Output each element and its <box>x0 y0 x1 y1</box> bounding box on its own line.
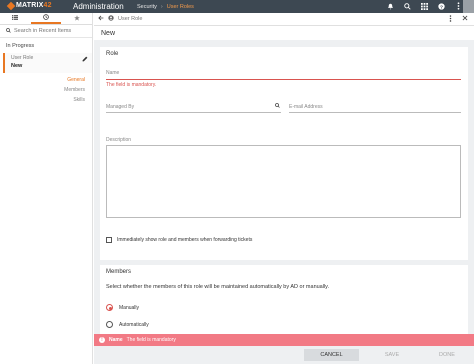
email-label: E-mail Address <box>289 104 323 110</box>
more-vert-icon[interactable] <box>449 15 452 24</box>
list-icon <box>12 15 19 22</box>
subnav-general[interactable]: General <box>0 77 85 83</box>
bell-icon[interactable] <box>386 2 394 10</box>
managed-by-underline <box>106 112 281 113</box>
search-icon <box>6 27 11 35</box>
back-arrow-icon[interactable] <box>98 15 104 23</box>
role-card: Role Name The field is mandatory. Manage… <box>100 47 468 260</box>
description-label: Description <box>106 137 132 143</box>
close-icon[interactable] <box>462 15 468 24</box>
recent-items-panel: In Progress User Role New General Member… <box>0 13 93 364</box>
email-underline <box>289 112 461 113</box>
more-icon[interactable] <box>454 2 462 10</box>
search-icon[interactable] <box>275 103 280 110</box>
tab-favorites[interactable] <box>61 13 92 24</box>
user-role-icon <box>108 15 114 23</box>
name-field[interactable]: Name <box>106 70 119 76</box>
logo-text: MATRIX42 <box>16 2 52 9</box>
cancel-button[interactable]: CANCEL <box>304 349 359 361</box>
top-bar: MATRIX42 Administration Security › User … <box>0 0 474 13</box>
tab-list[interactable] <box>0 13 31 24</box>
breadcrumb-security[interactable]: Security <box>137 4 157 10</box>
footer: CANCEL SAVE DONE <box>94 346 474 364</box>
tab-history[interactable] <box>30 13 62 24</box>
avatar[interactable] <box>463 0 474 13</box>
section-title: In Progress <box>6 43 35 49</box>
error-message: The field is mandatory <box>126 337 176 343</box>
grid-icon[interactable] <box>420 2 428 10</box>
main-breadcrumb: User Role <box>118 16 143 22</box>
page-title: New <box>94 26 474 40</box>
name-label: Name <box>106 70 120 76</box>
chevron-right-icon: › <box>160 3 163 10</box>
help-icon[interactable]: ? <box>437 2 445 10</box>
main-header: User Role <box>94 13 474 26</box>
recent-search <box>0 25 92 38</box>
left-tabs <box>0 13 92 25</box>
show-role-checkbox[interactable] <box>106 237 112 243</box>
description-label-wrap: Description <box>106 137 131 143</box>
error-icon: ! <box>99 337 105 343</box>
members-card-title: Members <box>106 269 132 275</box>
recent-item[interactable]: User Role New <box>3 53 92 73</box>
show-role-checkbox-label: Immediately show role and members when f… <box>117 237 253 243</box>
radio-manually-label: Manually <box>119 305 140 311</box>
role-card-title: Role <box>106 51 119 57</box>
error-field[interactable]: Name <box>109 337 123 343</box>
main-panel: User Role New Role Name The field is man… <box>94 13 474 364</box>
logo-mark-icon <box>6 1 16 10</box>
error-bar: ! Name The field is mandatory <box>94 334 474 346</box>
breadcrumb-user-roles[interactable]: User Roles <box>167 4 194 10</box>
search-icon[interactable] <box>403 2 411 10</box>
radio-manually[interactable] <box>106 304 113 311</box>
members-card: Members Select whether the members of th… <box>100 265 468 337</box>
done-button[interactable]: DONE <box>432 349 462 361</box>
history-icon <box>43 13 49 22</box>
subnav-members[interactable]: Members <box>0 87 85 93</box>
logo[interactable]: MATRIX42 <box>6 1 52 10</box>
name-error: The field is mandatory. <box>106 82 157 88</box>
members-description: Select whether the members of this role … <box>106 284 330 290</box>
radio-automatically[interactable] <box>106 321 113 328</box>
subnav-skills[interactable]: Skills <box>0 97 85 103</box>
description-textarea[interactable] <box>106 145 461 218</box>
recent-item-type: User Role <box>11 55 34 61</box>
search-input[interactable] <box>14 28 86 34</box>
name-field-underline <box>106 79 461 80</box>
email-field[interactable]: E-mail Address <box>289 104 323 110</box>
app-title: Administration <box>73 2 124 11</box>
radio-automatically-label: Automatically <box>119 322 149 328</box>
pencil-icon <box>82 56 88 64</box>
recent-item-name: New <box>11 63 23 69</box>
svg-text:?: ? <box>440 4 443 10</box>
subnav: General Members Skills <box>0 77 92 103</box>
top-icons: ? <box>386 2 462 10</box>
star-icon <box>73 14 80 23</box>
breadcrumb: Security › User Roles <box>137 4 194 10</box>
main-header-actions <box>449 15 468 24</box>
save-button[interactable]: SAVE <box>377 349 407 361</box>
managed-by-label: Managed By <box>106 104 135 110</box>
managed-by-field[interactable]: Managed By <box>106 104 134 110</box>
